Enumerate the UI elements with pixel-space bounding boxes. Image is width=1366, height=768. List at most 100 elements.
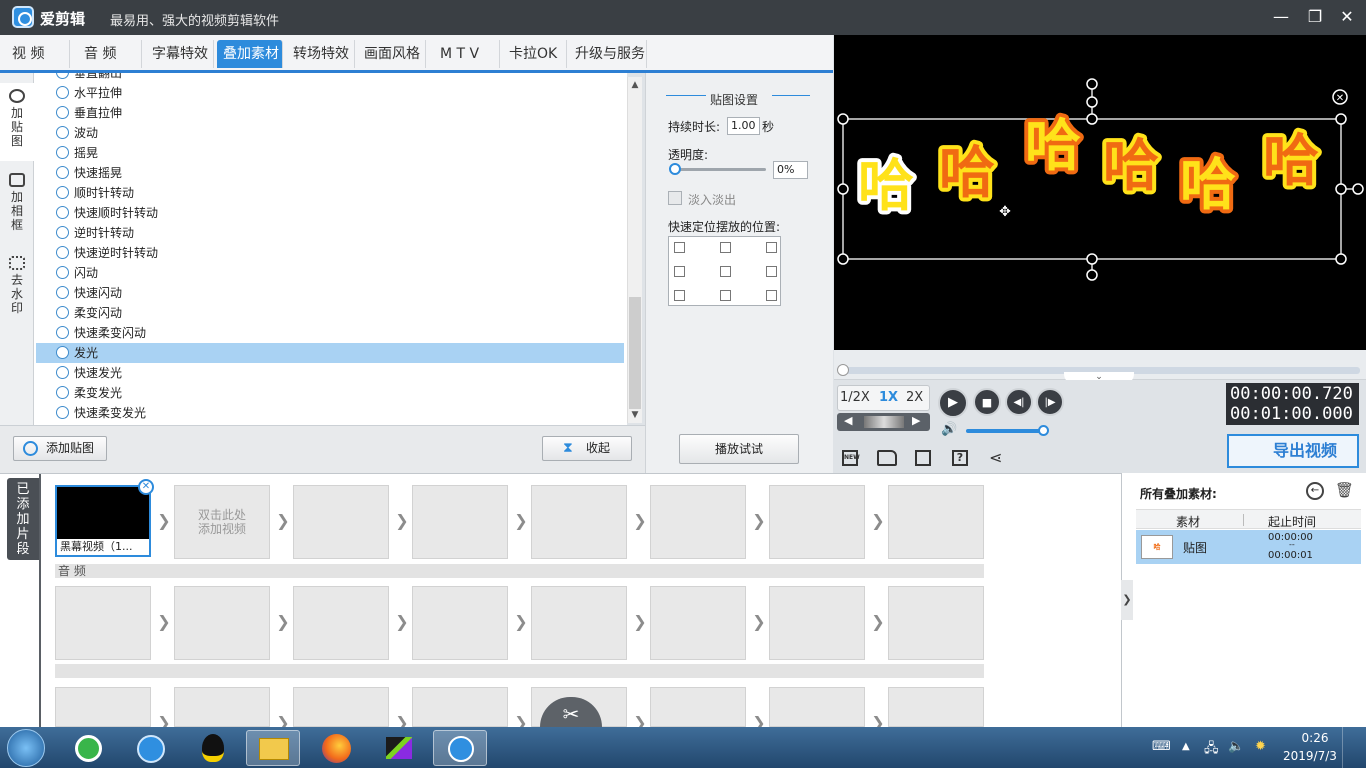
audio-slot[interactable]	[888, 586, 984, 660]
tab-picture-style[interactable]: 画面风格	[358, 40, 426, 68]
effect-item[interactable]: 快速顺时针转动	[36, 203, 624, 223]
stop-icon[interactable]: ■	[973, 388, 1001, 416]
close-icon[interactable]: ✕	[1337, 8, 1357, 26]
jog-wheel[interactable]: ◀ ▶	[837, 413, 930, 431]
radio-icon[interactable]	[56, 73, 69, 79]
speed-2x[interactable]: 2X	[906, 390, 923, 405]
collapse-button[interactable]: ⧗ 收起	[542, 436, 632, 461]
position-top-left[interactable]	[674, 242, 685, 253]
radio-icon[interactable]	[56, 406, 69, 419]
start-button-icon[interactable]	[7, 729, 45, 767]
remove-clip-icon[interactable]: ✕	[138, 479, 154, 495]
timeline-slot[interactable]	[293, 687, 389, 727]
tray-expand-icon[interactable]: ▲	[1182, 741, 1190, 752]
timeline-slot[interactable]	[174, 687, 270, 727]
effect-item[interactable]: 闪动	[36, 263, 624, 283]
effect-item[interactable]: 快速柔变闪动	[36, 323, 624, 343]
effect-item[interactable]: 快速发光	[36, 363, 624, 383]
fade-checkbox[interactable]	[668, 191, 682, 205]
network-icon[interactable]: 🖧	[1204, 739, 1219, 761]
effect-item[interactable]: 发光	[36, 343, 624, 363]
audio-slot[interactable]	[293, 586, 389, 660]
volume-slider[interactable]	[966, 429, 1044, 433]
seek-bar[interactable]: ⌄	[834, 350, 1366, 384]
added-clips-tab[interactable]: 已 添 加 片 段	[7, 478, 39, 560]
nav-add-sticker[interactable]: 加 贴 图	[0, 83, 34, 161]
effect-item[interactable]: 摇晃	[36, 143, 624, 163]
radio-icon[interactable]	[56, 246, 69, 259]
audio-slot[interactable]	[769, 586, 865, 660]
keyboard-icon[interactable]: ⌨	[1152, 739, 1171, 754]
nav-add-frame[interactable]: 加 相 框	[0, 173, 34, 243]
effect-item[interactable]: 顺时针转动	[36, 183, 624, 203]
jog-dial[interactable]	[864, 416, 904, 428]
timeline-slot[interactable]	[531, 485, 627, 559]
audio-slot[interactable]	[531, 586, 627, 660]
add-sticker-button[interactable]: 添加贴图	[13, 436, 107, 461]
delete-trash-icon[interactable]: 🗑	[1335, 481, 1354, 499]
timeline-slot[interactable]	[55, 687, 151, 727]
clock-date[interactable]: 2019/7/3	[1283, 749, 1337, 763]
audio-slot[interactable]	[174, 586, 270, 660]
timeline-slot[interactable]	[412, 687, 508, 727]
nav-remove-watermark[interactable]: 去 水 印	[0, 256, 34, 326]
speed-half[interactable]: 1/2X	[840, 390, 870, 405]
audio-slot[interactable]	[650, 586, 746, 660]
taskbar-360-icon[interactable]	[62, 730, 116, 766]
radio-icon[interactable]	[56, 206, 69, 219]
position-center[interactable]	[720, 266, 731, 277]
position-bottom-left[interactable]	[674, 290, 685, 301]
tab-karaoke[interactable]: 卡拉OK	[503, 40, 567, 68]
add-video-slot[interactable]: 双击此处 添加视频	[174, 485, 270, 559]
tab-audio[interactable]: 音 频	[78, 40, 142, 68]
next-frame-icon[interactable]: |▶	[1036, 388, 1064, 416]
radio-icon[interactable]	[56, 366, 69, 379]
audio-slot[interactable]	[412, 586, 508, 660]
opacity-input[interactable]: 0%	[773, 161, 808, 179]
effect-item[interactable]: 垂直拉伸	[36, 103, 624, 123]
scrollbar-thumb[interactable]	[629, 297, 641, 409]
effect-item[interactable]: 水平拉伸	[36, 83, 624, 103]
minimize-icon[interactable]: —	[1271, 8, 1291, 26]
volume-handle[interactable]	[1038, 425, 1049, 436]
radio-icon[interactable]	[56, 266, 69, 279]
expand-panel-chevron-icon[interactable]: ❯	[1121, 580, 1133, 620]
position-bottom-right[interactable]	[766, 290, 777, 301]
previous-frame-icon[interactable]: ◀|	[1005, 388, 1033, 416]
position-top-center[interactable]	[720, 242, 731, 253]
radio-icon[interactable]	[56, 326, 69, 339]
opacity-slider-track[interactable]	[674, 168, 766, 171]
taskbar-aijianji-icon[interactable]	[433, 730, 487, 766]
undo-icon[interactable]: ←	[1306, 482, 1324, 500]
opacity-slider-handle[interactable]	[669, 163, 681, 175]
play-icon[interactable]: ▶	[938, 388, 968, 418]
radio-icon[interactable]	[56, 126, 69, 139]
timeline-slot[interactable]	[888, 687, 984, 727]
duration-input[interactable]: 1.00	[727, 117, 760, 135]
timeline-slot[interactable]	[769, 485, 865, 559]
taskbar-explorer-icon[interactable]	[246, 730, 300, 766]
preview-try-button[interactable]: 播放试试	[679, 434, 799, 464]
restore-icon[interactable]: ❐	[1305, 8, 1325, 26]
position-middle-right[interactable]	[766, 266, 777, 277]
timeline-slot[interactable]	[293, 485, 389, 559]
radio-icon[interactable]	[56, 226, 69, 239]
timeline-slot[interactable]	[650, 485, 746, 559]
speed-1x[interactable]: 1X	[879, 390, 898, 405]
timeline-slot[interactable]	[412, 485, 508, 559]
speaker-icon[interactable]: 🔈	[1228, 739, 1244, 754]
tab-subtitle-effects[interactable]: 字幕特效	[146, 40, 214, 68]
seek-handle[interactable]	[837, 364, 849, 376]
scroll-down-icon[interactable]: ▼	[628, 408, 642, 422]
radio-icon[interactable]	[56, 186, 69, 199]
taskbar-media-icon[interactable]	[372, 730, 426, 766]
share-icon[interactable]: ⋖	[989, 448, 1002, 467]
new-project-icon[interactable]: NEW	[842, 450, 860, 466]
taskbar-qq-icon[interactable]	[186, 730, 240, 766]
radio-icon[interactable]	[56, 306, 69, 319]
video-preview[interactable]: ✕ 哈哈哈哈哈哈 ✥	[834, 35, 1366, 350]
timeline-slot[interactable]	[888, 485, 984, 559]
scroll-up-icon[interactable]: ▲	[628, 78, 642, 92]
radio-icon[interactable]	[56, 146, 69, 159]
volume-icon[interactable]: 🔊	[941, 422, 957, 437]
